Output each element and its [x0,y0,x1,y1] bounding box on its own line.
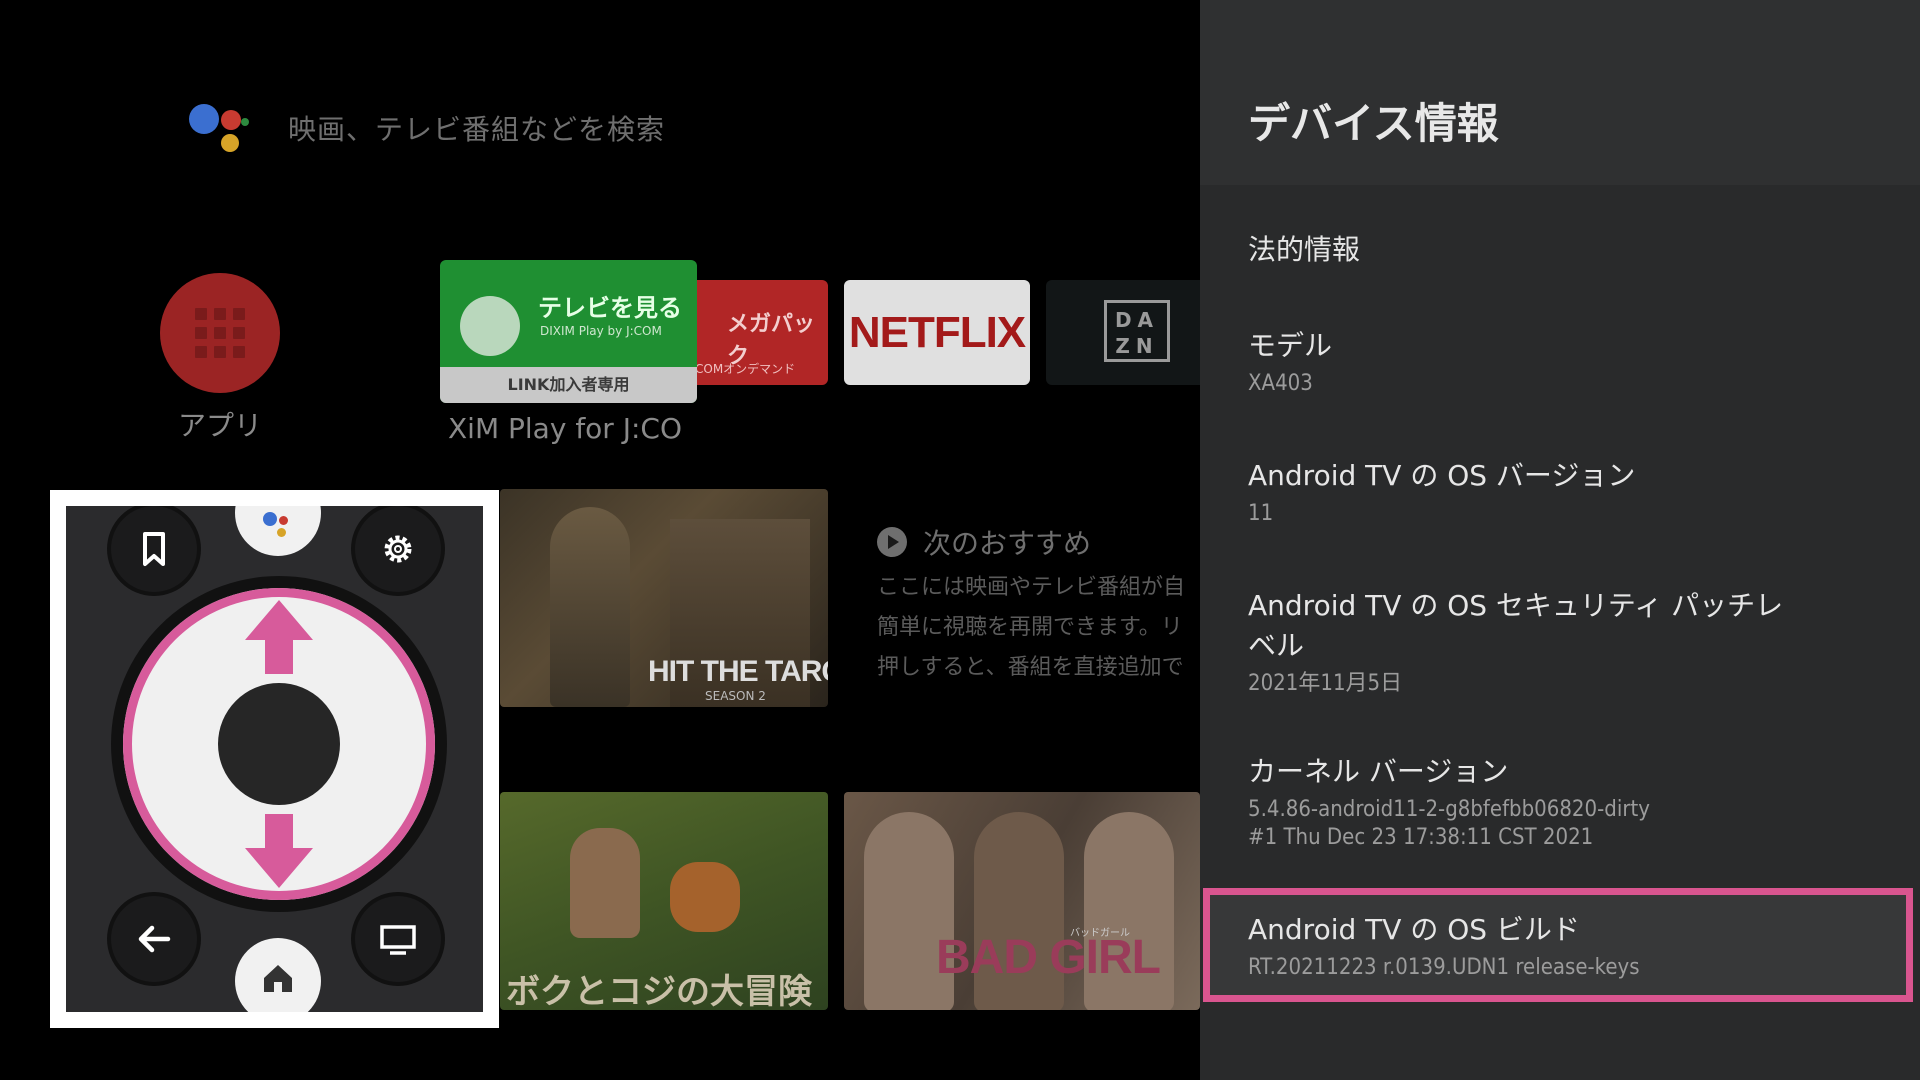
dixim-brand: DIXIM Play by J:COM [540,324,662,338]
focused-app-caption: XiM Play for J:CO [448,412,682,445]
next-line: ここには映画やテレビ番組が自 [877,575,1186,600]
google-assistant-icon[interactable] [185,100,251,160]
bookmark-icon [143,532,165,566]
item-value: RT.20211223 r.0139.UDN1 release-keys [1248,955,1640,980]
dpad [111,576,447,912]
back-button [111,896,197,982]
menu-item-kernel-version[interactable]: カーネル バージョン 5.4.86-android11-2-g8bfefbb06… [1248,752,1808,852]
up-arrow-icon [245,600,313,674]
search-placeholder[interactable]: 映画、テレビ番組などを検索 [288,108,665,148]
netflix-logo: NETFLIX [848,308,1026,357]
menu-item-model[interactable]: モデル XA403 [1248,326,1808,398]
bookmark-button [111,506,197,592]
app-tile-megapack[interactable]: メガパック COMオンデマンド [685,280,828,385]
menu-item-os-version[interactable]: Android TV の OS バージョン 11 [1248,456,1808,528]
card-subtitle: SEASON 2 [705,689,766,703]
menu-item-legal[interactable]: 法的情報 [1248,230,1808,270]
input-button [355,896,441,982]
home-icon [264,965,292,992]
settings-button [355,506,441,592]
app-tile-dazn[interactable]: DA ZN [1046,280,1200,385]
tv-icon [380,925,416,955]
next-line: 押しすると、番組を直接追加で [877,655,1184,680]
content-card-boku-to-koji[interactable]: ボクとコジの大冒険 [500,792,828,1010]
card-title: BAD GIRL [936,931,1161,984]
item-value: 2021年11月5日 [1248,671,1403,696]
item-value: 11 [1248,501,1274,526]
item-label: Android TV の OS ビルド [1248,913,1580,946]
menu-item-security-patch[interactable]: Android TV の OS セキュリティ パッチレベル 2021年11月5日 [1248,586,1808,698]
item-value: 5.4.86-android11-2-g8bfefbb06820-dirty [1248,797,1650,822]
back-icon [138,925,171,953]
item-value-line2: #1 Thu Dec 23 17:38:11 CST 2021 [1248,825,1594,850]
apps-button[interactable] [160,273,280,393]
content-card-bad-girl[interactable]: バッドガール BAD GIRL [844,792,1200,1010]
panel-header: デバイス情報 [1200,0,1920,185]
card-title: HIT THE TARGET [648,655,828,688]
remote-control [66,506,483,1012]
next-line: 簡単に視聴を再開できます。リ [877,615,1183,640]
panel-title: デバイス情報 [1248,99,1499,148]
dixim-title: テレビを見る [538,294,682,322]
google-assistant-button [235,506,321,556]
item-label: モデル [1248,329,1333,362]
dixim-band: LINK加入者専用 [440,367,697,403]
item-label: Android TV の OS セキュリティ パッチレベル [1248,589,1784,662]
apps-label: アプリ [178,409,263,442]
play-icon [877,527,907,557]
device-info-panel: デバイス情報 法的情報 モデル XA403 Android TV の OS バー… [1200,0,1920,1080]
card-art [550,507,630,707]
next-heading: 次のおすすめ [923,527,1092,560]
apps-grid-icon [195,308,245,358]
app-tile-dixim[interactable]: テレビを見る DIXIM Play by J:COM LINK加入者専用 [440,260,697,403]
item-value: XA403 [1248,371,1313,396]
dpad-ok-button [218,683,340,805]
remote-inset [50,490,499,1028]
menu-item-os-build[interactable]: Android TV の OS ビルド RT.20211223 r.0139.U… [1248,910,1808,982]
home-button [235,938,321,1012]
app-tile-netflix[interactable]: NETFLIX [844,280,1030,385]
card-art [670,862,740,932]
dpad-ring [123,588,435,900]
dazn-logo: DA ZN [1104,300,1170,362]
tv-home-screen: 映画、テレビ番組などを検索 アプリ メガパック COMオンデマンド テレビを見る… [0,0,1200,1080]
card-art [570,828,640,938]
item-label: 法的情報 [1248,233,1361,266]
down-arrow-icon [245,814,313,888]
card-title: ボクとコジの大冒険 [506,972,812,1010]
next-recommendation: 次のおすすめ ここには映画やテレビ番組が自 簡単に視聴を再開できます。リ 押しす… [877,522,1200,688]
item-label: Android TV の OS バージョン [1248,459,1636,492]
megapack-sub: COMオンデマンド [695,362,796,376]
cast-mascot-icon [460,296,520,356]
gear-icon [384,535,412,563]
content-card-hit-the-target[interactable]: HIT THE TARGET SEASON 2 [500,489,828,707]
item-label: カーネル バージョン [1248,755,1509,788]
